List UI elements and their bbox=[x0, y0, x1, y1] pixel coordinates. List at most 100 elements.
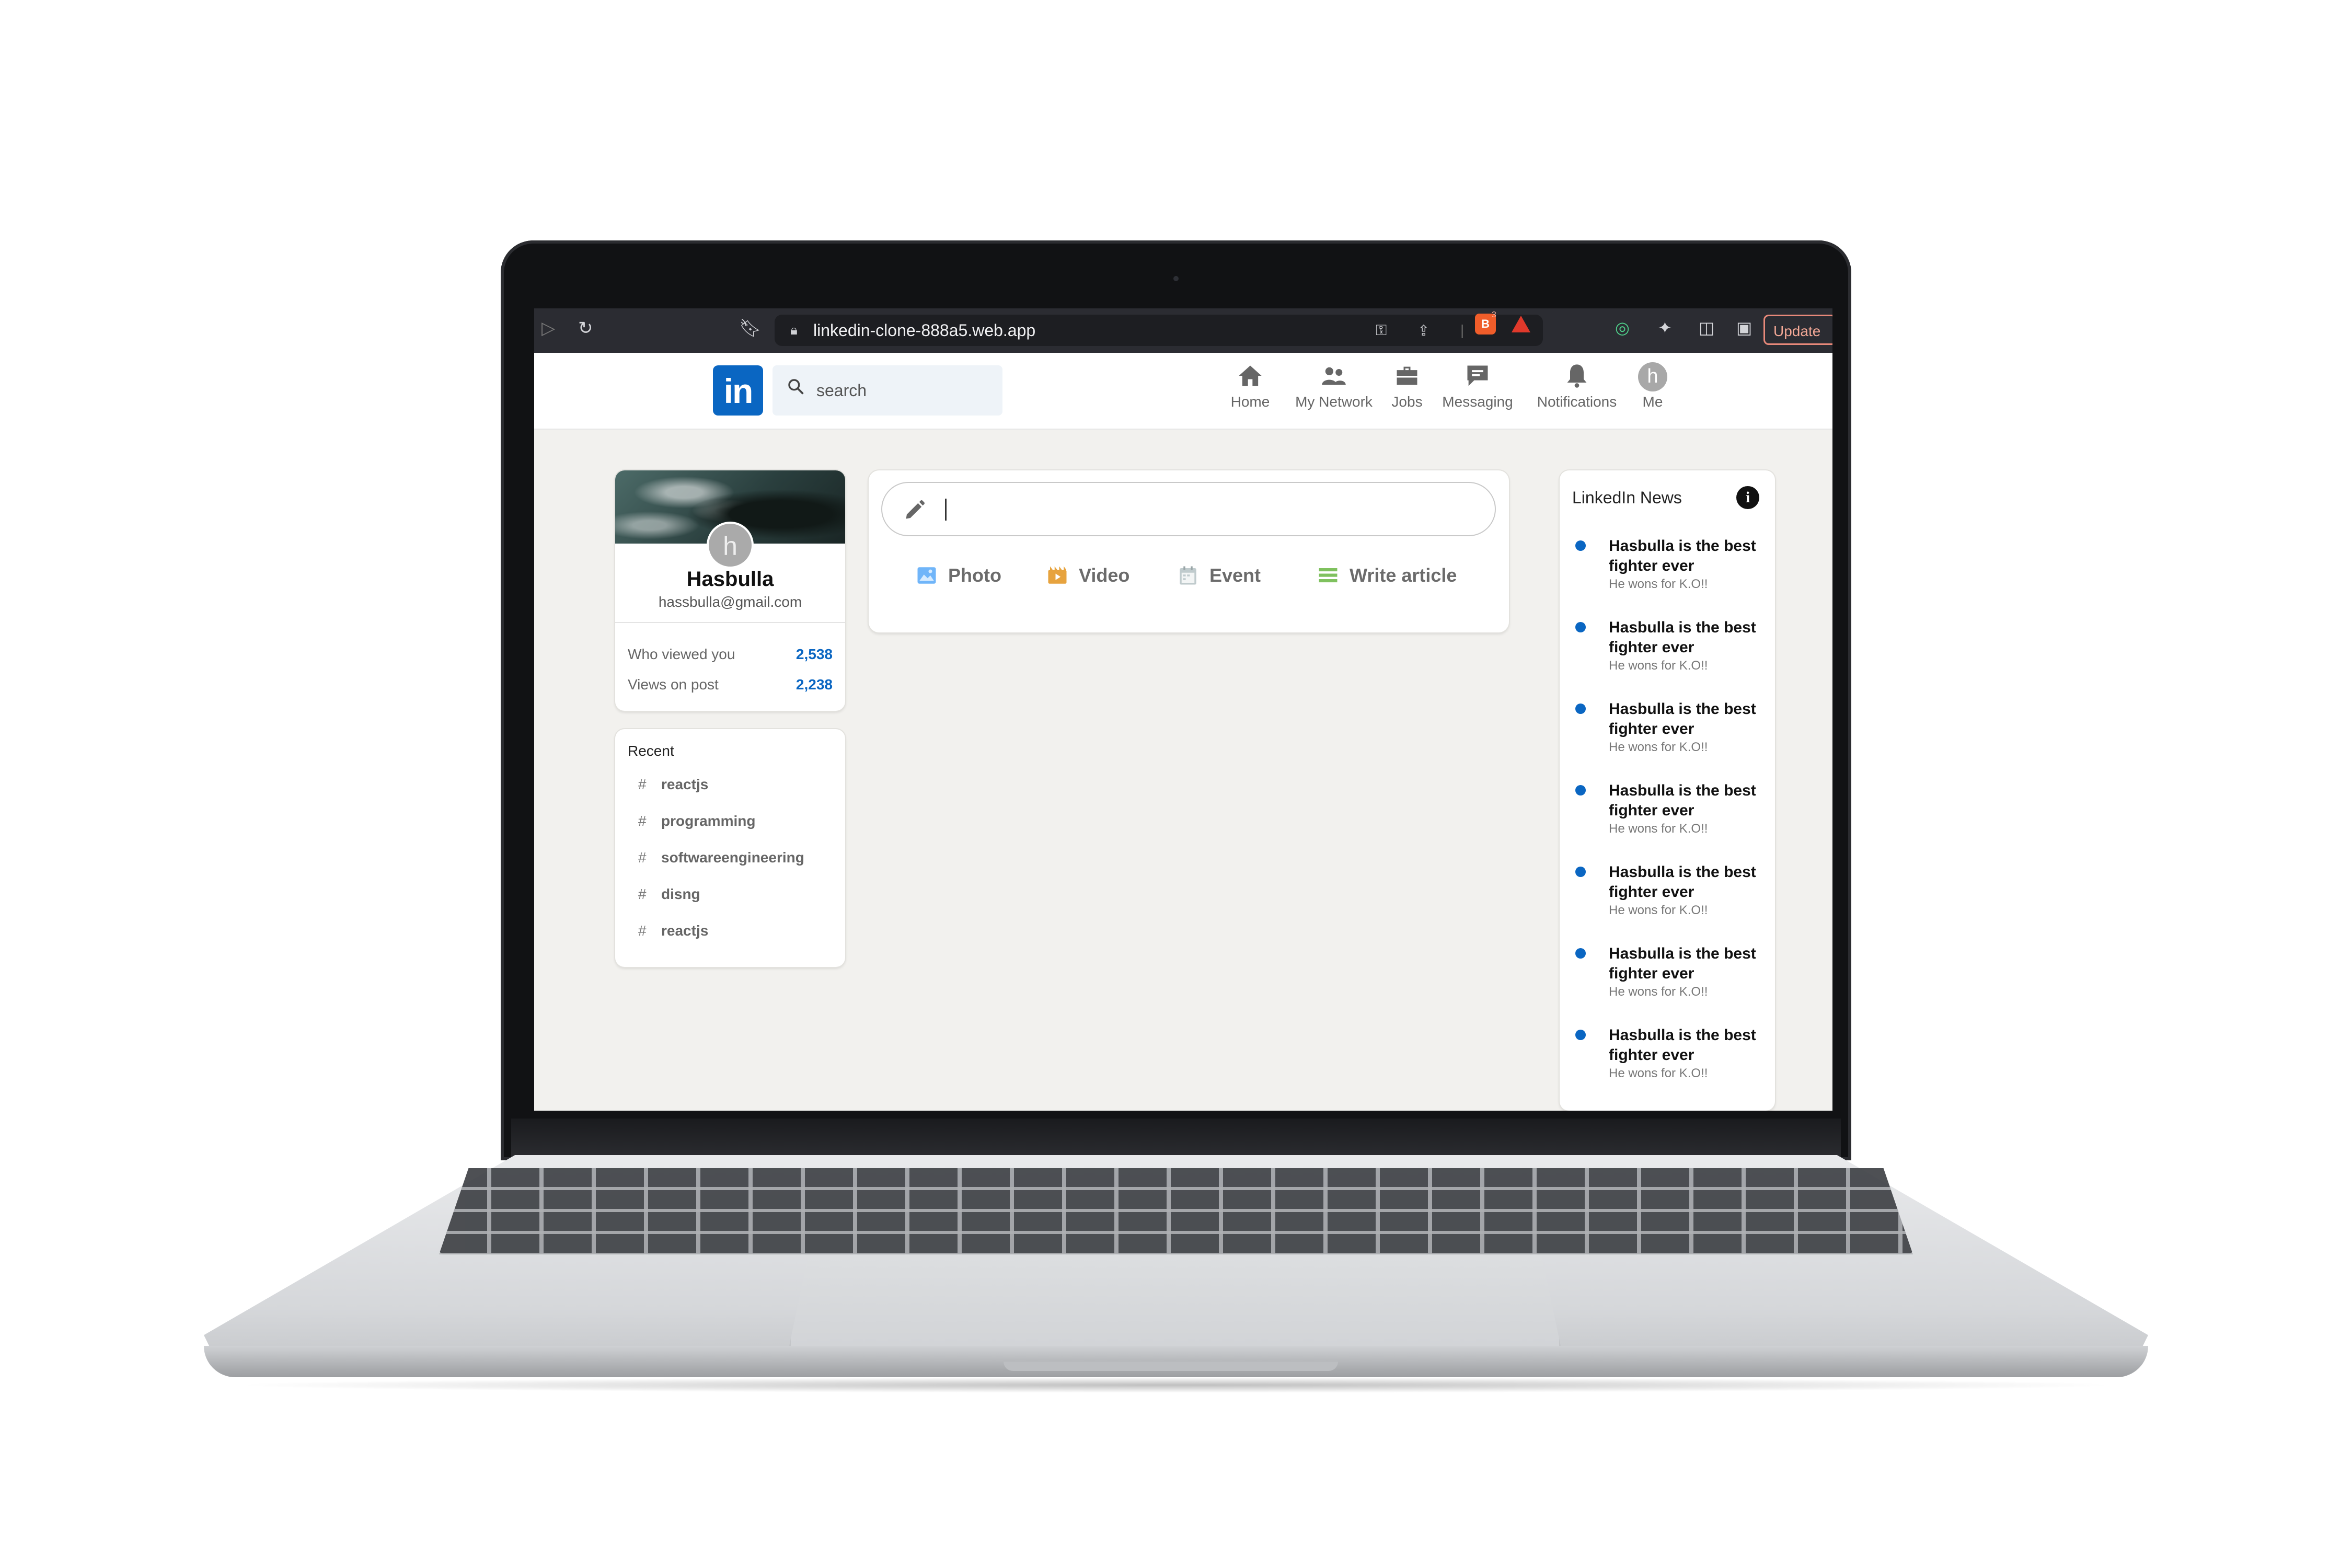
nav-home[interactable]: Home bbox=[1216, 362, 1284, 410]
briefcase-icon bbox=[1383, 362, 1431, 391]
recent-item[interactable]: # softwareengineering bbox=[638, 849, 804, 866]
news-item-subtitle: He wons for K.O!! bbox=[1609, 985, 1708, 999]
brave-rewards-icon[interactable] bbox=[1512, 316, 1530, 332]
calendar-icon bbox=[1180, 566, 1196, 585]
bullet-icon bbox=[1575, 867, 1586, 877]
hashtag-icon: # bbox=[638, 849, 647, 866]
update-button[interactable]: Update bbox=[1763, 315, 1832, 345]
nav-label: Home bbox=[1230, 394, 1270, 410]
play-icon[interactable]: ▷ bbox=[541, 318, 555, 339]
nav-label: Jobs bbox=[1391, 394, 1423, 410]
video-button[interactable]: Video bbox=[1046, 564, 1129, 586]
post-input[interactable] bbox=[881, 482, 1496, 536]
recent-item[interactable]: # disng bbox=[638, 886, 700, 903]
key-icon[interactable]: ⚿ bbox=[1376, 322, 1387, 339]
webcam bbox=[1173, 276, 1179, 281]
bullet-icon bbox=[1575, 1030, 1586, 1040]
news-card: LinkedIn News i Hasbulla is the best fig… bbox=[1560, 470, 1775, 1111]
divider bbox=[615, 622, 845, 623]
news-item-title: Hasbulla is the best fighter ever bbox=[1609, 945, 1756, 982]
nav-jobs[interactable]: Jobs bbox=[1383, 362, 1431, 410]
laptop-shadow bbox=[230, 1377, 2122, 1393]
nav-label: Notifications bbox=[1537, 394, 1617, 410]
keyboard-rows bbox=[439, 1168, 1913, 1254]
news-item-title: Hasbulla is the best fighter ever bbox=[1609, 700, 1756, 737]
laptop-hinge bbox=[511, 1119, 1841, 1160]
message-icon bbox=[1436, 362, 1519, 391]
stat-label: Who viewed you bbox=[628, 646, 735, 662]
news-item-subtitle: He wons for K.O!! bbox=[1609, 1066, 1708, 1080]
news-item-subtitle: He wons for K.O!! bbox=[1609, 740, 1708, 754]
sidebar-icon[interactable]: ◫ bbox=[1699, 318, 1714, 338]
address-bar[interactable]: 🔒︎ linkedin-clone-888a5.web.app ⚿ ⇪ | bbox=[775, 315, 1543, 346]
hashtag-icon: # bbox=[638, 776, 647, 792]
photo-button[interactable]: Photo bbox=[916, 564, 1001, 586]
wallet-icon[interactable]: ▣ bbox=[1736, 318, 1752, 338]
stat-value: 2,238 bbox=[795, 676, 833, 693]
nav-my-network[interactable]: My Network bbox=[1289, 362, 1378, 410]
recent-item-label: reactjs bbox=[661, 776, 709, 792]
trackpad bbox=[789, 1254, 1561, 1346]
recent-item[interactable]: # programming bbox=[638, 813, 755, 829]
browser-toolbar: ▷ ↻ 🔖︎ 🔒︎ linkedin-clone-888a5.web.app ⚿… bbox=[534, 308, 1832, 353]
reload-icon[interactable]: ↻ bbox=[578, 318, 593, 339]
search-input[interactable]: search bbox=[773, 365, 1002, 416]
stat-label: Views on post bbox=[628, 676, 719, 693]
share-icon[interactable]: ⇪ bbox=[1417, 322, 1429, 339]
screen: ▷ ↻ 🔖︎ 🔒︎ linkedin-clone-888a5.web.app ⚿… bbox=[534, 308, 1832, 1111]
event-button[interactable]: Event bbox=[1177, 564, 1261, 586]
write-article-button[interactable]: Write article bbox=[1317, 564, 1457, 586]
stat-value: 2,538 bbox=[795, 646, 833, 662]
bullet-icon bbox=[1575, 948, 1586, 959]
hashtag-icon: # bbox=[638, 923, 647, 939]
profile-avatar[interactable]: h bbox=[707, 522, 754, 569]
photo-icon bbox=[917, 567, 936, 584]
news-item-title: Hasbulla is the best fighter ever bbox=[1609, 782, 1756, 819]
nav-me[interactable]: h Me bbox=[1634, 362, 1671, 410]
recent-item-label: softwareengineering bbox=[661, 849, 804, 866]
url-text: linkedin-clone-888a5.web.app bbox=[813, 321, 1036, 340]
nav-label: My Network bbox=[1295, 394, 1373, 410]
share-box: Photo Video Event Write article bbox=[869, 470, 1509, 632]
profile-name[interactable]: Hasbulla bbox=[615, 568, 845, 591]
recent-item-label: programming bbox=[661, 813, 756, 829]
nav-label: Me bbox=[1642, 394, 1663, 410]
text-caret bbox=[945, 499, 947, 521]
recent-item[interactable]: # reactjs bbox=[638, 776, 708, 793]
article-icon bbox=[1319, 568, 1338, 583]
profile-email: hassbulla@gmail.com bbox=[658, 594, 802, 610]
avatar: h bbox=[1638, 362, 1667, 391]
news-item-subtitle: He wons for K.O!! bbox=[1609, 903, 1708, 917]
laptop-notch bbox=[1004, 1362, 1338, 1371]
puzzle-icon[interactable]: ✦ bbox=[1658, 318, 1672, 338]
news-item-subtitle: He wons for K.O!! bbox=[1609, 822, 1708, 836]
photo-label: Photo bbox=[948, 564, 1001, 586]
bookmark-icon[interactable]: 🔖︎ bbox=[739, 318, 762, 339]
recent-item-label: reactjs bbox=[661, 923, 709, 939]
shield-count-badge: 3 bbox=[1492, 310, 1496, 319]
recent-item[interactable]: # reactjs bbox=[638, 923, 708, 939]
news-item-title: Hasbulla is the best fighter ever bbox=[1609, 537, 1756, 574]
recent-title: Recent bbox=[628, 743, 674, 759]
event-label: Event bbox=[1209, 564, 1261, 586]
news-item-title: Hasbulla is the best fighter ever bbox=[1609, 619, 1756, 656]
bullet-icon bbox=[1575, 622, 1586, 632]
nav-notifications[interactable]: Notifications bbox=[1525, 362, 1629, 410]
video-icon bbox=[1048, 566, 1067, 584]
separator: | bbox=[1460, 322, 1465, 338]
lock-icon: 🔒︎ bbox=[790, 322, 798, 338]
bullet-icon bbox=[1575, 704, 1586, 714]
info-icon[interactable]: i bbox=[1736, 486, 1759, 509]
news-item-title: Hasbulla is the best fighter ever bbox=[1609, 1027, 1756, 1064]
news-item-subtitle: He wons for K.O!! bbox=[1609, 577, 1708, 591]
bullet-icon bbox=[1575, 540, 1586, 551]
video-label: Video bbox=[1079, 564, 1130, 586]
hashtag-icon: # bbox=[638, 813, 647, 829]
pencil-icon bbox=[906, 500, 925, 519]
linkedin-logo[interactable]: in bbox=[713, 365, 763, 416]
nav-messaging[interactable]: Messaging bbox=[1436, 362, 1519, 410]
nav-label: Messaging bbox=[1442, 394, 1513, 410]
home-icon bbox=[1216, 362, 1284, 391]
network-icon bbox=[1289, 362, 1378, 391]
extension-circle-icon[interactable]: ◎ bbox=[1615, 318, 1630, 338]
